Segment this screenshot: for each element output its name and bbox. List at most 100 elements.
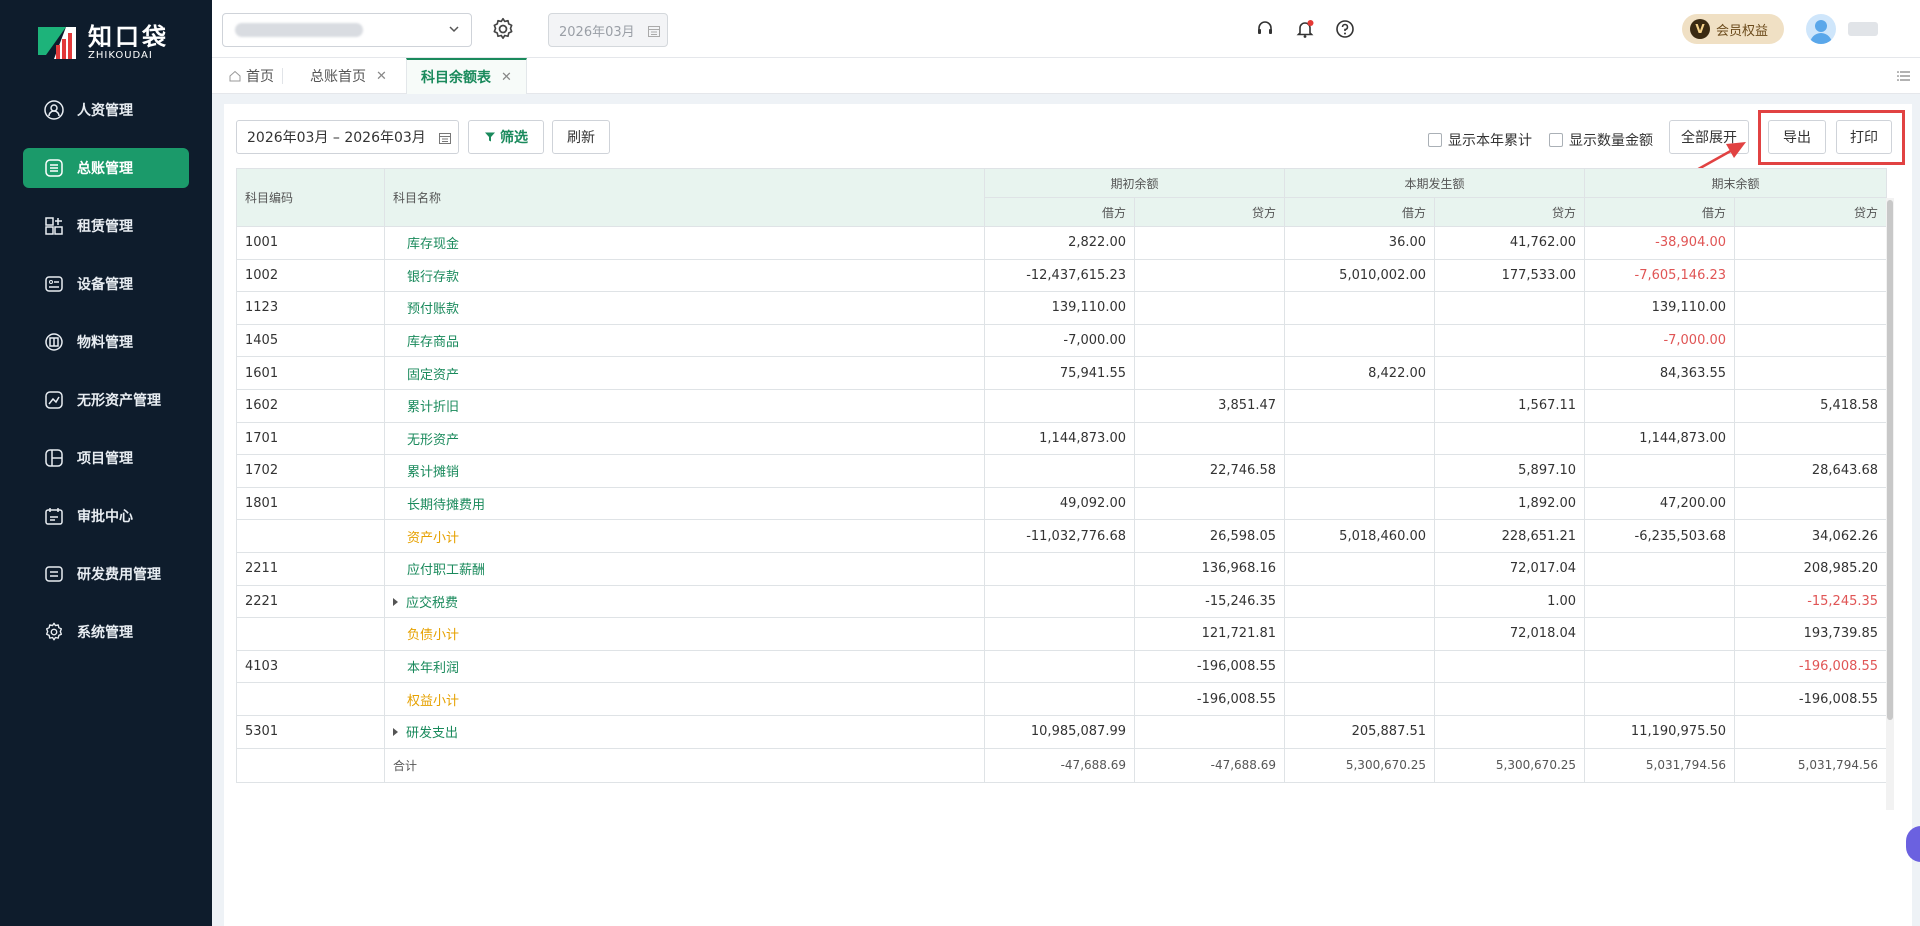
account-name[interactable]: 库存商品 <box>384 323 985 358</box>
vip-benefits-button[interactable]: V 会员权益 <box>1682 14 1784 44</box>
account-name[interactable]: 应付职工薪酬 <box>384 551 985 586</box>
table-row[interactable]: 1801 长期待摊费用 49,092.00 1,892.00 47,200.00 <box>236 486 1888 521</box>
account-name[interactable]: 资产小计 <box>384 519 985 553</box>
subtotal-row[interactable]: 权益小计 -196,008.55 -196,008.55 <box>236 682 1888 716</box>
account-name[interactable]: 长期待摊费用 <box>384 486 985 521</box>
username-blurred[interactable] <box>1848 22 1878 36</box>
close-icon[interactable]: ✕ <box>376 69 387 84</box>
table-row[interactable]: 1702 累计摊销 22,746.58 5,897.10 28,643.68 <box>236 454 1888 488</box>
table-row[interactable]: 2221 应交税费 -15,246.35 1.00 -15,245.35 <box>236 584 1888 619</box>
sidebar-item-intangible[interactable]: 无形资产管理 <box>23 380 189 420</box>
table-row[interactable]: 1405 库存商品 -7,000.00 -7,000.00 <box>236 323 1888 358</box>
sidebar-item-person[interactable]: 人资管理 <box>23 90 189 130</box>
account-name[interactable]: 库存现金 <box>384 226 985 260</box>
amount-cell <box>1133 486 1286 521</box>
sidebar-item-approval[interactable]: 审批中心 <box>23 496 189 536</box>
tab-ledger-home[interactable]: 总账首页 ✕ <box>310 58 387 94</box>
checkbox-box[interactable] <box>1428 133 1442 147</box>
amount-cell: 49,092.00 <box>984 486 1135 521</box>
sidebar-item-label: 系统管理 <box>77 625 133 641</box>
amount-cell <box>1284 454 1436 488</box>
expand-caret-icon[interactable] <box>393 728 398 737</box>
amount-cell <box>1133 714 1286 749</box>
amount-cell <box>984 551 1135 586</box>
amount-cell: 193,739.85 <box>1734 617 1888 651</box>
account-set-select[interactable] <box>222 13 472 47</box>
table-row[interactable]: 5301 研发支出 10,985,087.99 205,887.51 11,190,97… <box>236 714 1888 749</box>
account-name[interactable]: 权益小计 <box>384 682 985 716</box>
show-year-total-checkbox[interactable]: 显示本年累计 <box>1428 130 1532 150</box>
calendar-icon <box>647 24 661 42</box>
tab-home[interactable]: 首页 <box>228 58 274 94</box>
checkbox-box[interactable] <box>1549 133 1563 147</box>
account-name[interactable]: 累计折旧 <box>384 388 985 423</box>
sidebar-item-label: 审批中心 <box>77 509 133 525</box>
scrollbar-thumb[interactable] <box>1887 200 1893 720</box>
account-name[interactable]: 银行存款 <box>384 258 985 293</box>
account-name[interactable]: 负债小计 <box>384 617 985 651</box>
amount-cell <box>1284 421 1436 456</box>
table-row[interactable]: 4103 本年利润 -196,008.55 -196,008.55 <box>236 649 1888 684</box>
table-row[interactable]: 1701 无形资产 1,144,873.00 1,144,873.00 <box>236 421 1888 456</box>
headset-icon[interactable] <box>1254 18 1276 40</box>
amount-cell: 5,010,002.00 <box>1284 258 1436 293</box>
sidebar-item-material[interactable]: 物料管理 <box>23 322 189 362</box>
account-name[interactable]: 本年利润 <box>384 649 985 684</box>
avatar[interactable] <box>1806 14 1836 44</box>
sidebar-item-project[interactable]: 项目管理 <box>23 438 189 478</box>
table-row[interactable]: 1001 库存现金 2,822.00 36.00 41,762.00 -38,904.00 <box>236 226 1888 260</box>
table-row[interactable]: 1123 预付账款 139,110.00 139,110.00 <box>236 291 1888 325</box>
header-closing: 期末余额 <box>1584 168 1888 198</box>
account-name-label: 资产小计 <box>407 530 460 546</box>
sidebar-item-lease[interactable]: 租赁管理 <box>23 206 189 246</box>
vip-label: 会员权益 <box>1716 23 1769 39</box>
close-icon[interactable]: ✕ <box>501 70 512 85</box>
expand-caret-icon[interactable] <box>393 597 398 606</box>
amount-cell <box>1133 291 1286 325</box>
account-name[interactable]: 固定资产 <box>384 356 985 390</box>
table-row[interactable]: 1602 累计折旧 3,851.47 1,567.11 5,418.58 <box>236 388 1888 423</box>
sidebar-item-ledger[interactable]: 总账管理 <box>23 148 189 188</box>
show-quantity-checkbox[interactable]: 显示数量金额 <box>1549 130 1653 150</box>
amount-cell: 5,418.58 <box>1734 388 1888 423</box>
amount-cell <box>984 388 1135 423</box>
sidebar-item-rd[interactable]: 研发费用管理 <box>23 554 189 594</box>
print-button[interactable]: 打印 <box>1836 120 1892 154</box>
table-row[interactable]: 1601 固定资产 75,941.55 8,422.00 84,363.55 <box>236 356 1888 390</box>
tab-list-menu-icon[interactable] <box>1896 68 1912 88</box>
period-picker[interactable]: 2026年03月 <box>548 13 668 47</box>
tab-account-balance[interactable]: 科目余额表 ✕ <box>406 58 527 94</box>
subtotal-row[interactable]: 负债小计 121,721.81 72,018.04 193,739.85 <box>236 617 1888 651</box>
header-debit: 借方 <box>1284 197 1436 227</box>
settings-gear-icon[interactable] <box>490 16 516 42</box>
account-name[interactable]: 无形资产 <box>384 421 985 456</box>
material-icon <box>43 331 65 353</box>
account-name[interactable]: 应交税费 <box>384 584 985 619</box>
account-name[interactable]: 预付账款 <box>384 291 985 325</box>
table-row[interactable]: 2211 应付职工薪酬 136,968.16 72,017.04 208,985.20 <box>236 551 1888 586</box>
sidebar-item-label: 物料管理 <box>77 335 133 351</box>
amount-cell: 177,533.00 <box>1434 258 1586 293</box>
expand-all-button[interactable]: 全部展开 <box>1669 120 1749 154</box>
amount-cell <box>1734 356 1888 390</box>
export-button[interactable]: 导出 <box>1768 120 1826 154</box>
brand-logo[interactable]: 知口袋 ZHIKOUDAI <box>36 22 169 64</box>
filter-button[interactable]: 筛选 <box>468 120 544 154</box>
sidebar-item-gear[interactable]: 系统管理 <box>23 612 189 652</box>
table-row[interactable]: 1002 银行存款 -12,437,615.23 5,010,002.00 177,53… <box>236 258 1888 293</box>
account-name[interactable]: 累计摊销 <box>384 454 985 488</box>
account-name-label: 累计折旧 <box>407 400 460 416</box>
notification-bell-icon[interactable] <box>1294 18 1316 40</box>
account-name[interactable]: 研发支出 <box>384 714 985 749</box>
amount-cell <box>1133 421 1286 456</box>
help-icon[interactable] <box>1334 18 1356 40</box>
amount-cell <box>1284 551 1436 586</box>
refresh-button[interactable]: 刷新 <box>552 120 610 154</box>
header-credit: 贷方 <box>1133 197 1286 227</box>
account-name-label: 无形资产 <box>407 432 460 448</box>
subtotal-row[interactable]: 资产小计 -11,032,776.68 26,598.05 5,018,460.00 2… <box>236 519 1888 553</box>
header-debit: 借方 <box>984 197 1135 227</box>
date-range-picker[interactable]: 2026年03月 – 2026年03月 <box>236 120 459 154</box>
sidebar-item-device[interactable]: 设备管理 <box>23 264 189 304</box>
amount-cell <box>1434 421 1586 456</box>
